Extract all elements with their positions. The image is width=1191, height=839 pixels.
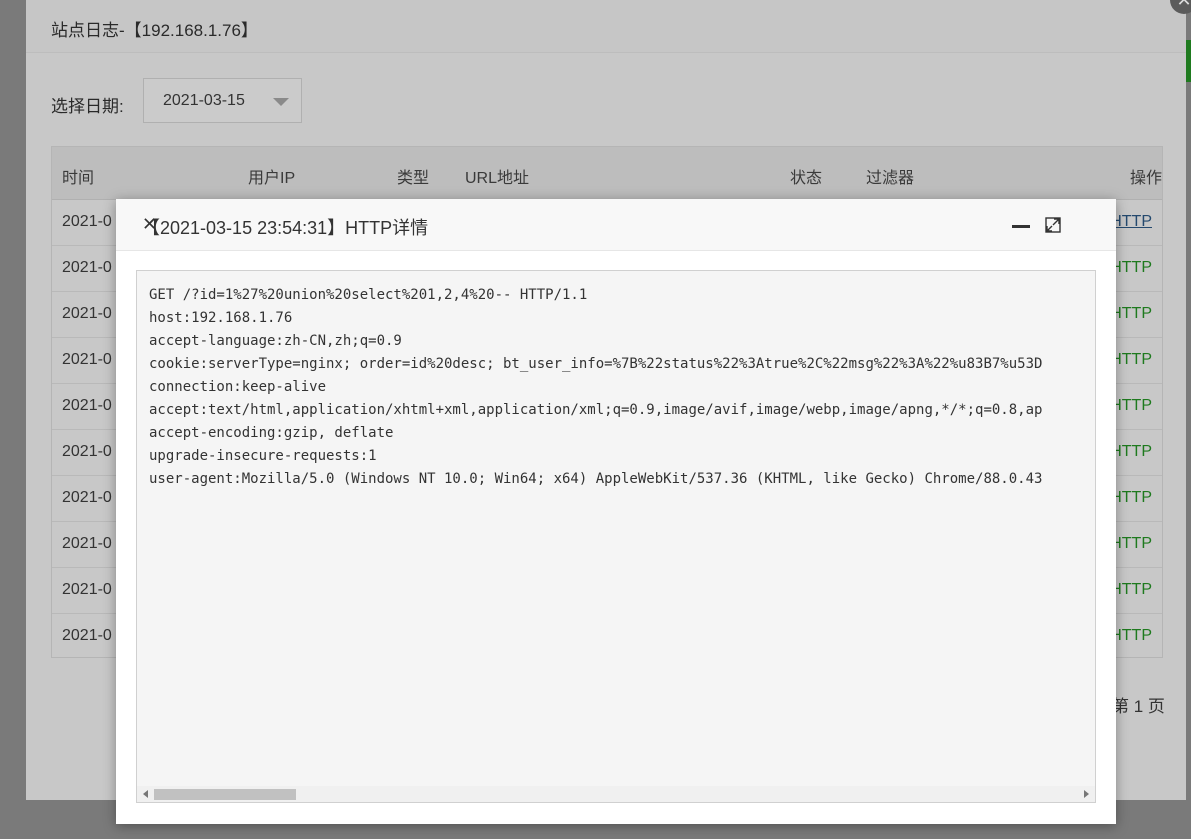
- row-http-link[interactable]: HTTP: [1110, 627, 1152, 645]
- row-http-link[interactable]: HTTP: [1110, 259, 1152, 277]
- request-line: accept-language:zh-CN,zh;q=0.9: [149, 333, 402, 349]
- scroll-left-icon[interactable]: [143, 790, 148, 798]
- request-line: accept-encoding:gzip, deflate: [149, 425, 394, 441]
- row-time: 2021-0: [62, 489, 112, 506]
- header-time: 时间: [62, 170, 95, 187]
- date-label: 选择日期:: [51, 97, 124, 116]
- site-log-title-bar: 站点日志-【192.168.1.76】: [26, 0, 1186, 53]
- request-line: user-agent:Mozilla/5.0 (Windows NT 10.0;…: [149, 471, 1043, 487]
- header-action: 操作: [1129, 170, 1162, 187]
- request-line: upgrade-insecure-requests:1: [149, 448, 377, 464]
- background-accent: [1186, 40, 1191, 82]
- scrollbar-thumb[interactable]: [154, 789, 296, 800]
- date-select[interactable]: 2021-03-15: [143, 78, 302, 123]
- http-request-text[interactable]: GET /?id=1%27%20union%20select%201,2,4%2…: [136, 270, 1096, 803]
- request-line: cookie:serverType=nginx; order=id%20desc…: [149, 356, 1043, 372]
- http-detail-title: 【2021-03-15 23:54:31】HTTP详情: [142, 218, 429, 238]
- scroll-right-icon[interactable]: [1084, 790, 1089, 798]
- minimize-icon[interactable]: [1012, 225, 1030, 228]
- row-time: 2021-0: [62, 213, 112, 230]
- row-http-link[interactable]: HTTP: [1110, 305, 1152, 323]
- request-line: host:192.168.1.76: [149, 310, 293, 326]
- maximize-icon[interactable]: [1045, 217, 1061, 233]
- header-filter: 过滤器: [866, 170, 915, 187]
- row-http-link[interactable]: HTTP: [1110, 351, 1152, 369]
- row-http-link[interactable]: HTTP: [1110, 489, 1152, 507]
- row-http-link[interactable]: HTTP: [1110, 443, 1152, 461]
- row-time: 2021-0: [62, 397, 112, 414]
- http-detail-title-bar[interactable]: 【2021-03-15 23:54:31】HTTP详情 ✕: [116, 199, 1116, 251]
- row-time: 2021-0: [62, 535, 112, 552]
- row-time: 2021-0: [62, 581, 112, 598]
- http-detail-dialog: 【2021-03-15 23:54:31】HTTP详情 ✕ GET /?id=1…: [116, 199, 1116, 824]
- horizontal-scrollbar[interactable]: [137, 786, 1095, 802]
- row-http-link[interactable]: HTTP: [1110, 213, 1152, 231]
- header-user-ip: 用户IP: [248, 170, 296, 187]
- site-log-title: 站点日志-【192.168.1.76】: [51, 21, 258, 40]
- row-time: 2021-0: [62, 627, 112, 644]
- row-time: 2021-0: [62, 351, 112, 368]
- row-time: 2021-0: [62, 259, 112, 276]
- header-type: 类型: [397, 170, 430, 187]
- request-line: accept:text/html,application/xhtml+xml,a…: [149, 402, 1043, 418]
- header-url: URL地址: [465, 170, 530, 187]
- row-http-link[interactable]: HTTP: [1110, 581, 1152, 599]
- close-icon[interactable]: ✕: [142, 214, 157, 234]
- request-line: connection:keep-alive: [149, 379, 327, 395]
- date-select-value: 2021-03-15: [163, 92, 245, 109]
- row-time: 2021-0: [62, 305, 112, 322]
- row-http-link[interactable]: HTTP: [1110, 535, 1152, 553]
- request-line: GET /?id=1%27%20union%20select%201,2,4%2…: [149, 287, 588, 303]
- dropdown-caret-icon: [273, 98, 289, 106]
- row-time: 2021-0: [62, 443, 112, 460]
- row-http-link[interactable]: HTTP: [1110, 397, 1152, 415]
- header-status: 状态: [790, 170, 823, 187]
- pager-text: 第 1 页: [1112, 697, 1165, 716]
- table-header: 时间 用户IP 类型 URL地址 状态 过滤器 操作: [52, 147, 1162, 200]
